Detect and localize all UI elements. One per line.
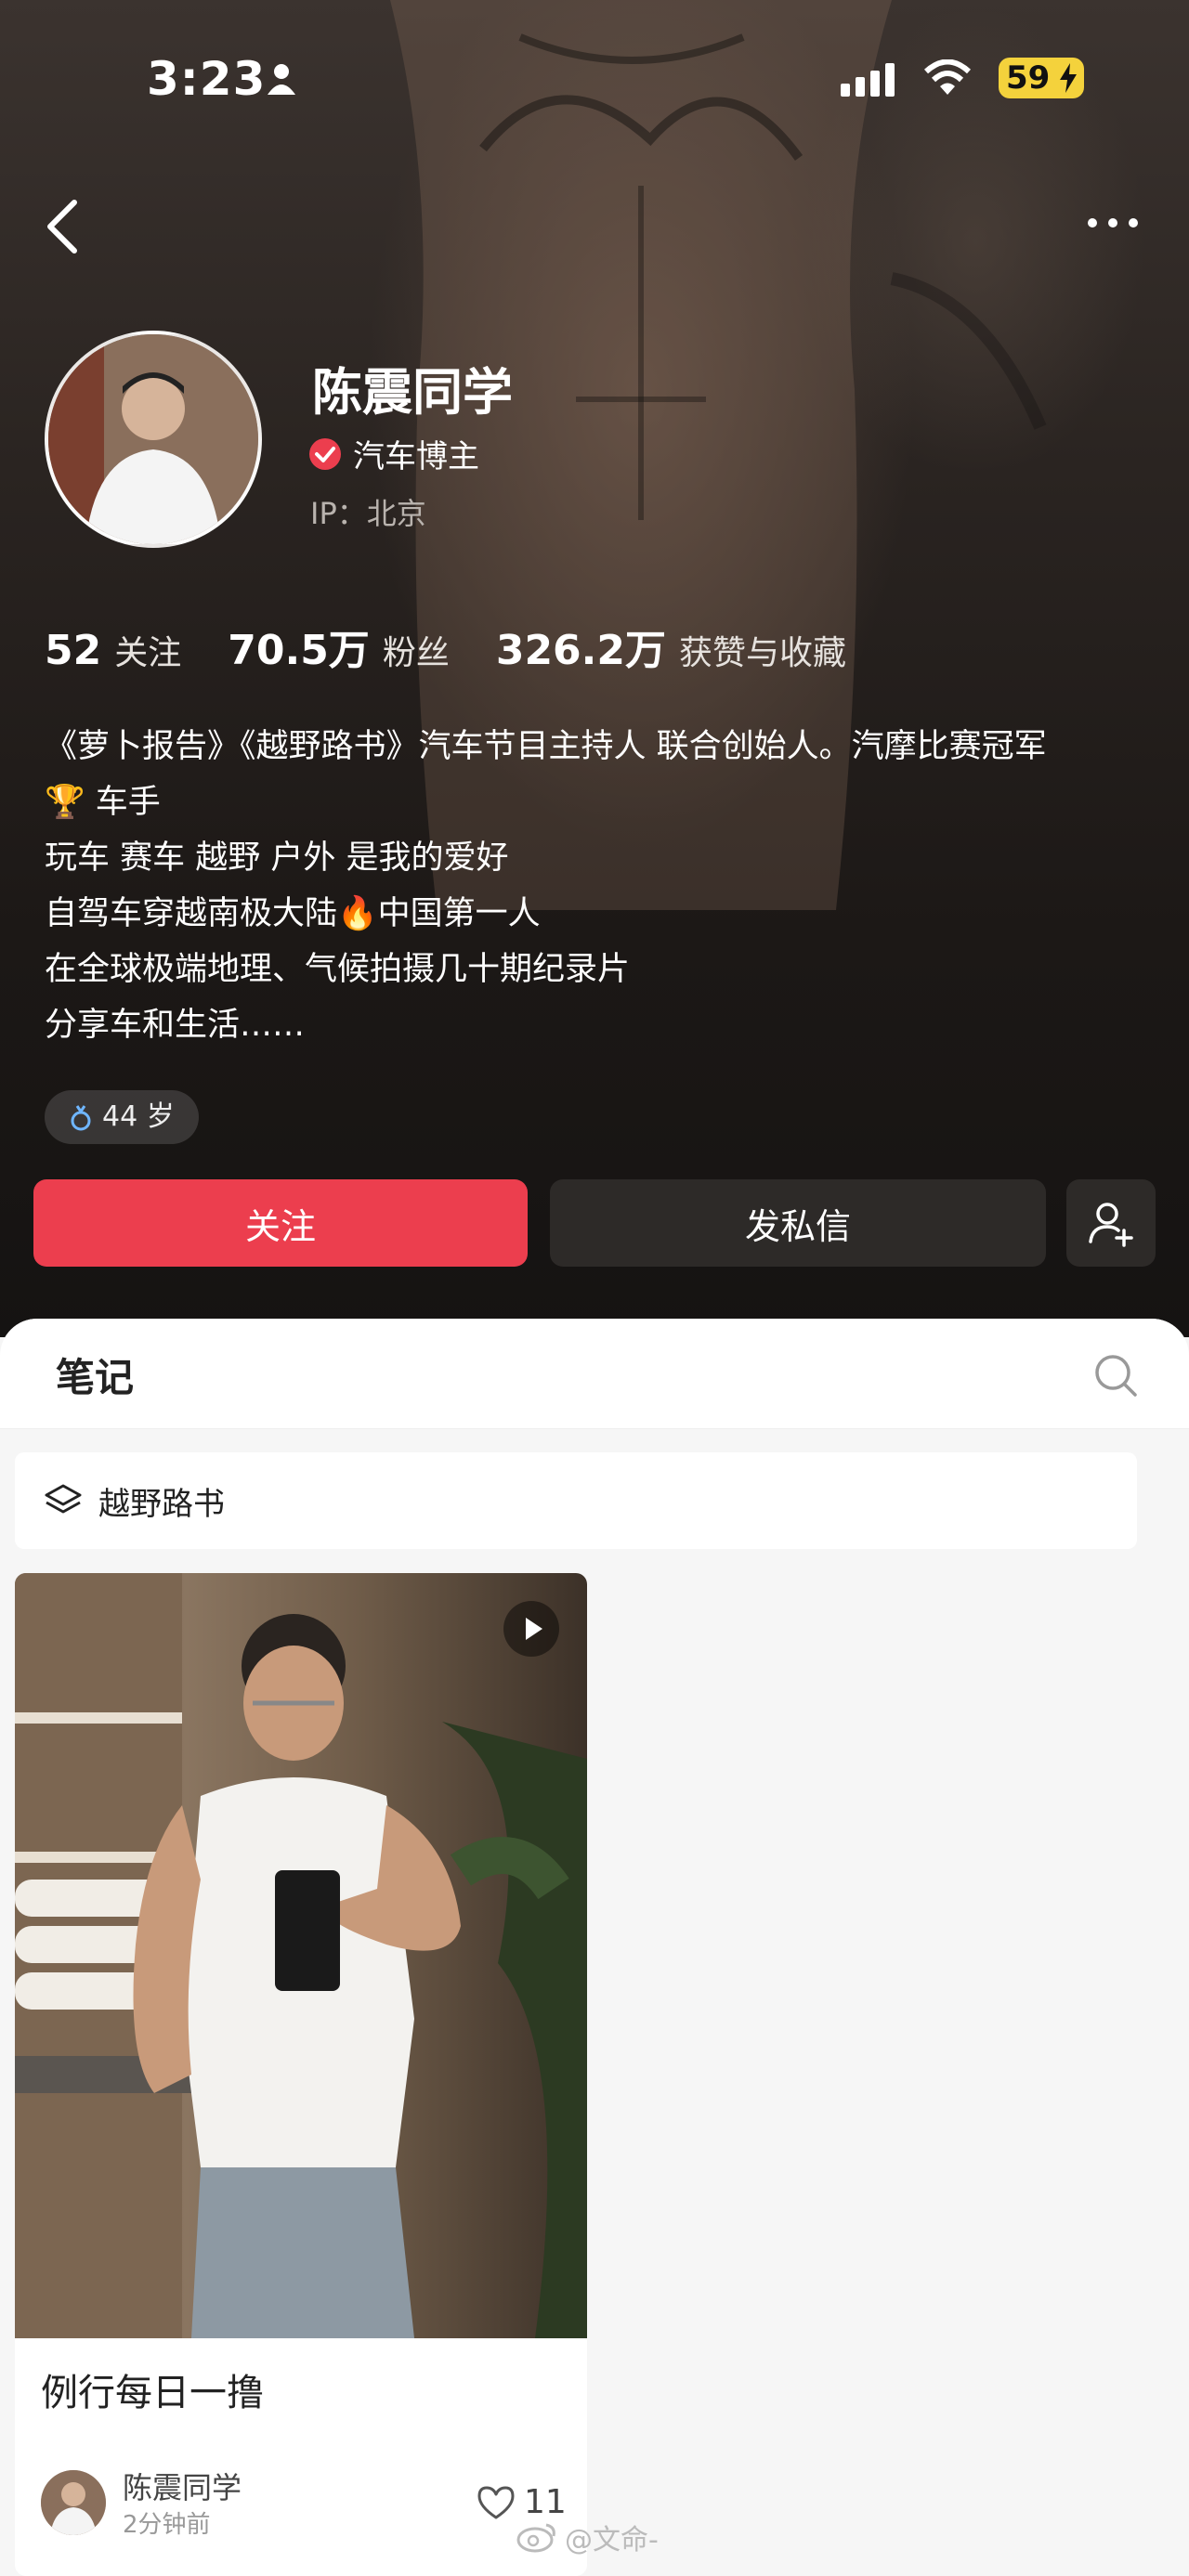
message-button[interactable]: 发私信 (550, 1179, 1046, 1267)
note-cover-image[interactable] (15, 1573, 587, 2338)
likes-label[interactable]: 获赞与收藏 (679, 626, 846, 674)
weibo-logo-icon (516, 2523, 555, 2553)
profile-avatar[interactable] (45, 331, 262, 548)
author-name[interactable]: 陈震同学 (123, 2465, 242, 2507)
video-play-badge (503, 1601, 559, 1657)
follow-button[interactable]: 关注 (33, 1179, 528, 1267)
followers-count[interactable]: 70.5万 (228, 617, 370, 676)
post-time: 2分钟前 (123, 2511, 211, 2539)
bio-line: 自驾车穿越南极大陆🔥中国第一人 (45, 895, 541, 932)
battery-level: 59 (1006, 59, 1051, 97)
bio-line: 分享车和生活…… (45, 1007, 306, 1044)
person-icon (268, 64, 295, 95)
age-tag: 44 岁 (45, 1090, 199, 1144)
wifi-icon (924, 59, 971, 95)
ip-location: IP：北京 (310, 496, 426, 531)
badge-label: 汽车博主 (353, 438, 479, 475)
avatar-image (48, 334, 258, 544)
profile-stats: 52 关注 70.5万 粉丝 326.2万 获赞与收藏 (45, 617, 893, 676)
battery-indicator: 59 (999, 58, 1084, 98)
search-icon[interactable] (1092, 1352, 1139, 1399)
add-friend-button[interactable] (1066, 1179, 1156, 1267)
age-label: 44 岁 (102, 1100, 175, 1133)
male-gender-icon (71, 1105, 91, 1131)
watermark-text: @文命- (565, 2524, 659, 2556)
status-time: 3:23 (147, 52, 267, 106)
add-user-icon (1089, 1203, 1133, 1247)
back-icon[interactable] (43, 197, 84, 256)
content-tabs-bar: 笔记 (0, 1319, 1189, 1429)
followers-label[interactable]: 粉丝 (383, 626, 450, 674)
watermark: @文命- (516, 2517, 659, 2557)
album-name: 越野路书 (98, 1485, 225, 1523)
album-item[interactable]: 越野路书 (15, 1452, 1137, 1549)
heart-icon (477, 2486, 515, 2518)
following-label[interactable]: 关注 (114, 626, 181, 674)
more-options-icon[interactable] (1085, 212, 1141, 234)
author-avatar-image (41, 2470, 106, 2535)
charging-bolt-icon (1060, 63, 1077, 93)
layers-icon (45, 1484, 82, 1514)
play-icon (526, 1618, 542, 1640)
bio-line: 《萝卜报告》《越野路书》汽车节目主持人 联合创始人。汽摩比赛冠军 (45, 728, 1047, 765)
tab-notes[interactable]: 笔记 (56, 1347, 134, 1403)
note-title[interactable]: 例行每日一撸 (41, 2362, 264, 2416)
cover-photo (15, 1573, 587, 2338)
bio-line: 玩车 赛车 越野 户外 是我的爱好 (45, 839, 509, 877)
following-count[interactable]: 52 (45, 627, 101, 674)
profile-bio: 《萝卜报告》《越野路书》汽车节目主持人 联合创始人。汽摩比赛冠军 🏆 车手 玩车… (45, 719, 1150, 1053)
bio-line: 🏆 车手 (45, 784, 161, 821)
bio-line: 在全球极端地理、气候拍摄几十期纪录片 (45, 951, 631, 988)
content-sheet: 笔记 越野路书 例行每日一撸 陈震同学 2分钟前 11 (0, 1319, 1189, 2576)
author-avatar[interactable] (41, 2470, 106, 2535)
verified-check-icon (309, 437, 341, 470)
like-button[interactable]: 11 (476, 2483, 567, 2521)
like-count: 11 (524, 2483, 567, 2521)
likes-count[interactable]: 326.2万 (496, 617, 666, 676)
signal-icon (841, 63, 895, 97)
status-bar: 3:23 59 (0, 52, 1189, 108)
note-card[interactable]: 例行每日一撸 陈震同学 2分钟前 11 (15, 1573, 587, 2576)
profile-name: 陈震同学 (312, 363, 513, 422)
verified-badge: 汽车博主 (308, 431, 479, 476)
